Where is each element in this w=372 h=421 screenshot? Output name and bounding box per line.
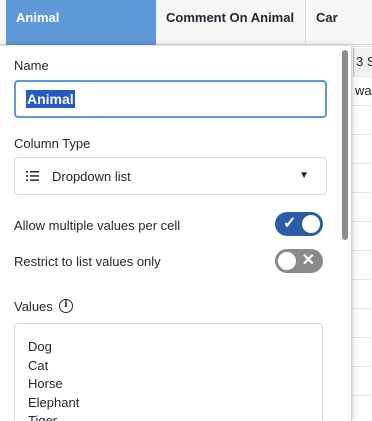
column-header-animal[interactable]: Animal (6, 0, 156, 45)
toggle-knob (302, 215, 320, 233)
column-creator-panel: Name Animal Column Type Dropdown list ▼ … (0, 46, 352, 421)
column-header-comment-on-animal[interactable]: Comment On Animal (156, 0, 306, 45)
column-header-car[interactable]: Car (306, 0, 372, 45)
caret-down-icon: ▼ (299, 170, 309, 181)
allow-multiple-label: Allow multiple values per cell (14, 218, 181, 233)
allow-multiple-toggle[interactable]: ✓ (275, 212, 323, 236)
column-type-select[interactable]: Dropdown list ▼ (14, 157, 327, 195)
x-icon: ✕ (301, 252, 315, 269)
grid-cell[interactable]: wag (353, 77, 372, 105)
column-name-input[interactable]: Animal (14, 80, 327, 118)
toggle-knob (278, 252, 296, 270)
value-item[interactable]: Tiger (28, 412, 322, 421)
value-item[interactable]: Dog (28, 338, 322, 357)
grid-cell[interactable]: 3 S (353, 48, 372, 76)
panel-scrollbar[interactable] (342, 50, 348, 240)
column-header-row: Animal Comment On Animal Car (0, 0, 372, 45)
column-name-value: Animal (26, 90, 75, 108)
value-item[interactable]: Cat (28, 357, 322, 376)
name-label: Name (14, 58, 49, 73)
restrict-label: Restrict to list values only (14, 254, 161, 269)
values-list[interactable]: Dog Cat Horse Elephant Tiger (14, 323, 323, 421)
check-icon: ✓ (283, 215, 297, 232)
info-icon[interactable]: i (59, 299, 73, 313)
restrict-toggle[interactable]: ✕ (275, 249, 323, 273)
column-type-label: Column Type (14, 136, 91, 151)
list-icon (25, 168, 41, 184)
values-label: Values (14, 299, 53, 314)
column-type-value: Dropdown list (52, 169, 131, 184)
value-item[interactable]: Elephant (28, 394, 322, 413)
value-item[interactable]: Horse (28, 375, 322, 394)
